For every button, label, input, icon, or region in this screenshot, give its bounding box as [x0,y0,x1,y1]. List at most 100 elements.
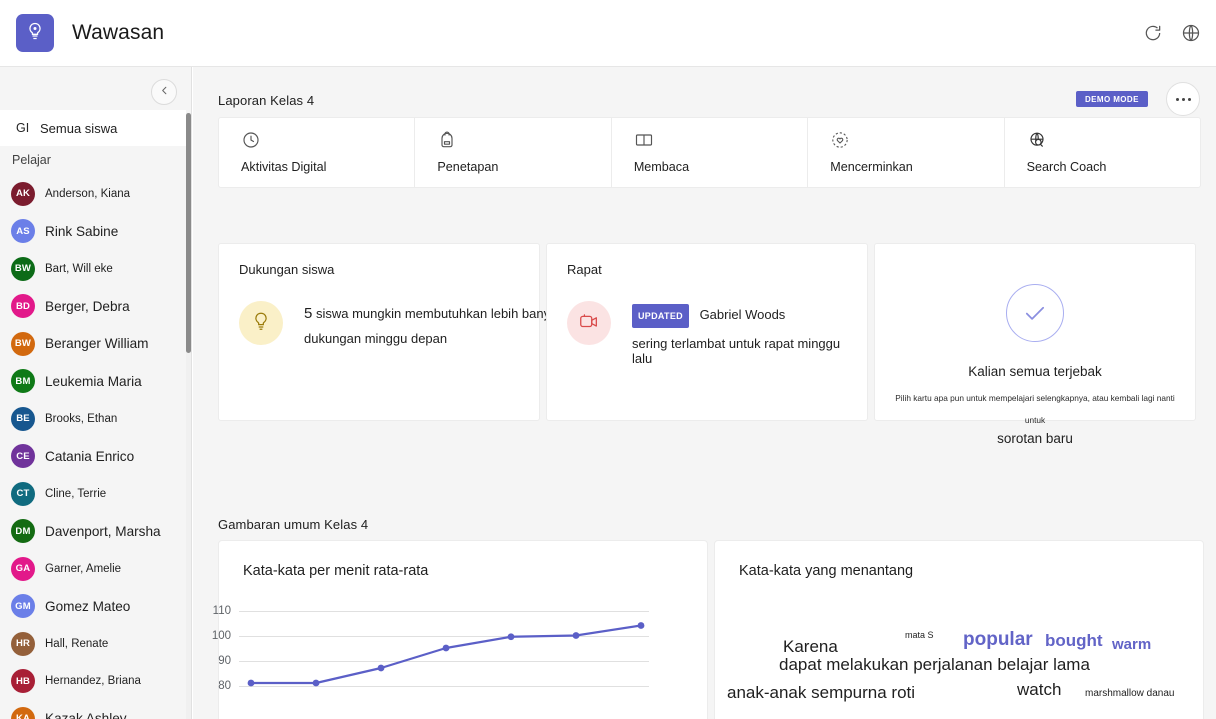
word-cloud-word[interactable]: popular [963,629,1033,651]
avatar: AK [11,181,35,206]
student-list-item[interactable]: BW Bart, Will eke [0,250,186,288]
student-name: Catania Enrico [45,448,135,464]
student-name: Berger, Debra [45,298,130,314]
card-line1: siswa mungkin membutuhkan lebih banyak [315,306,564,321]
report-title: Laporan Kelas 4 [218,93,315,108]
student-name: Gomez Mateo [45,598,131,614]
sidebar-item-all-students[interactable]: GI Semua siswa [0,110,186,146]
avatar-initials: KA [15,713,31,719]
highlight-card-meetings[interactable]: Rapat UPDATED Gabriel Woods sering terla… [546,243,868,421]
word-cloud: Karena mata S popular bought warm dapat melak… [727,599,1197,719]
caught-up-title: Kalian semua terjebak [968,364,1102,379]
tab-penetapan[interactable]: Penetapan [415,118,612,187]
wordcloud-title: Kata-kata yang menantang [739,563,914,579]
student-name: Anderson, Kiana [45,187,131,200]
card-title: Dukungan siswa [239,262,335,277]
overview-cards: Kata-kata per menit rata-rata 80 90 100 110… [212,540,1208,719]
student-list-item[interactable]: BE Brooks, Ethan [0,400,186,438]
word-cloud-word[interactable]: Karena [783,637,838,657]
sidebar: GI Semua siswa Pelajar AK Anderson, Kiana… [0,67,192,719]
caught-up-subtitle: Pilih kartu apa pun untuk mempelajari se… [895,393,1175,425]
book-icon [634,130,807,152]
heart-pulse-icon [830,130,1003,152]
card-line2: sering terlambat untuk rapat minggu lalu [632,336,841,366]
word-cloud-word[interactable]: bought [1045,631,1103,651]
avatar-initials: BE [16,413,30,425]
word-cloud-word[interactable]: anak-anak sempurna roti [727,683,915,703]
word-cloud-word[interactable]: dapat melakukan perjalanan belajar lama [779,655,1090,675]
video-camera-icon [578,310,600,337]
avatar-initials: BW [14,338,32,350]
highlight-card-student-support[interactable]: Dukungan siswa 5 siswa mungkin membutuhk… [218,243,564,421]
chevron-left-icon [159,83,170,101]
student-list-item[interactable]: BW Beranger William [0,325,186,363]
card-icon-bubble [239,301,283,345]
chart-y-tick-label: 80 [218,679,231,692]
student-list: AK Anderson, Kiana AS Rink Sabine BW Bart, Wi… [0,175,186,719]
student-list-item[interactable]: BD Berger, Debra [0,288,186,326]
highlight-card-all-caught-up[interactable]: Kalian semua terjebak Pilih kartu apa pu… [874,243,1196,446]
app-title: Wawasan [72,21,165,44]
avatar: DM [11,519,35,544]
student-name: Bart, Will eke [45,262,113,275]
tab-mencerminkan[interactable]: Mencerminkan [808,118,1005,187]
word-cloud-word[interactable]: warm [1112,636,1151,653]
app-header: Wawasan [0,0,1216,67]
word-cloud-word[interactable]: marshmallow danau [1085,688,1175,699]
avatar-initials: GA [15,563,31,575]
student-name: Hernandez, Briana [45,675,141,688]
demo-mode-badge: DEMO MODE [1076,91,1148,107]
student-list-item[interactable]: HR Hall, Renate [0,625,186,663]
student-list-item[interactable]: BM Leukemia Maria [0,363,186,401]
student-name: Kazak Ashley [45,711,127,719]
student-list-item[interactable]: AS Rink Sabine [0,213,186,251]
student-name: Rink Sabine [45,223,119,239]
student-list-item[interactable]: DM Davenport, Marsha [0,513,186,551]
student-name: Beranger William [45,336,149,352]
word-cloud-word[interactable]: mata S [905,630,934,640]
avatar: CT [11,481,35,506]
refresh-icon[interactable] [1142,22,1164,44]
student-list-item[interactable]: GA Garner, Amelie [0,550,186,588]
avatar-initials: GM [15,600,31,612]
card-line2: dukungan minggu depan [304,331,448,346]
main-content: Laporan Kelas 4 DEMO MODE Aktivitas Digi… [193,67,1216,719]
tab-aktivitas-digital[interactable]: Aktivitas Digital [219,118,416,187]
chart-title: Kata-kata per menit rata-rata [243,563,429,579]
chart-y-tick-label: 110 [212,604,231,617]
card-icon-bubble [567,301,611,345]
avatar: BD [11,294,35,319]
tab-label: Search Coach [1026,160,1107,174]
tab-label: Aktivitas Digital [241,160,327,174]
student-list-item[interactable]: KA Kazak Ashley [0,700,186,719]
avatar-initials: HR [15,638,31,650]
more-options-button[interactable] [1166,82,1200,116]
highlight-cards: Dukungan siswa 5 siswa mungkin membutuhk… [218,243,1208,446]
globe-icon[interactable] [1180,22,1202,44]
header-actions [1142,22,1202,44]
student-name: Brooks, Ethan [45,412,118,425]
check-circle-icon [1006,284,1064,342]
avatar-initials: CE [16,450,30,462]
student-list-item[interactable]: CT Cline, Terrie [0,475,186,513]
lightbulb-icon [250,310,272,337]
student-list-item[interactable]: CE Catania Enrico [0,438,186,476]
avatar-initials: HB [15,675,31,687]
avatar: BW [11,331,35,356]
student-list-item[interactable]: AK Anderson, Kiana [0,175,186,213]
sidebar-collapse-button[interactable] [151,79,177,105]
avatar: KA [11,706,35,719]
globe-search-icon [1027,130,1200,152]
avatar: GA [11,556,35,581]
chart-card-words-per-minute: Kata-kata per menit rata-rata 80 90 100 110 [212,540,708,719]
chart-y-tick-label: 100 [211,629,231,642]
sidebar-scrollbar-thumb[interactable] [186,113,191,353]
student-list-item[interactable]: HB Hernandez, Briana [0,663,186,701]
avatar: CE [11,444,35,469]
tab-search-coach[interactable]: Search Coach [1005,118,1200,187]
tab-membaca[interactable]: Membaca [612,118,809,187]
word-cloud-word[interactable]: watch [1017,680,1061,700]
chart-y-tick-label: 90 [218,654,231,667]
student-list-item[interactable]: GM Gomez Mateo [0,588,186,626]
student-name: Leukemia Maria [45,373,142,389]
